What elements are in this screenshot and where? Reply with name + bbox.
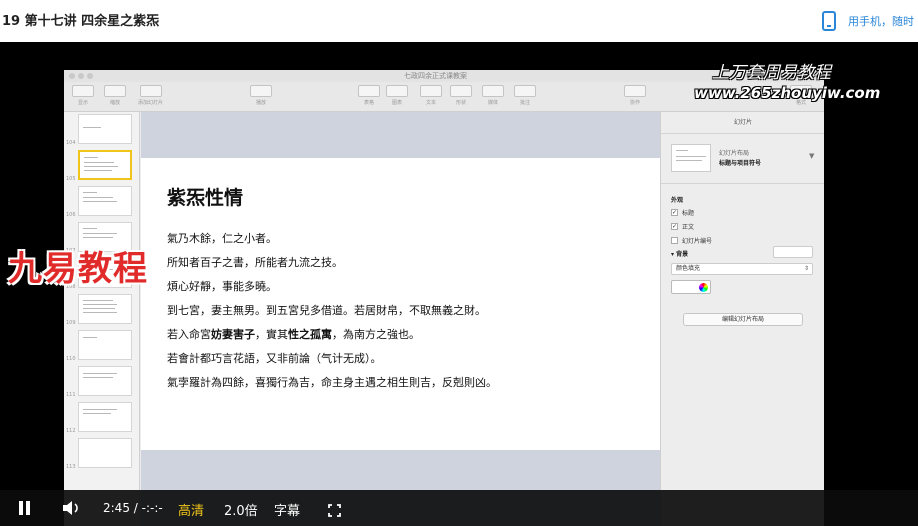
toolbar-shape: 形状 [450,85,472,106]
toolbar-text: 文本 [420,85,442,106]
fill-type-select: 颜色填充 ⇕ [671,263,813,275]
background-label: ▾ 背景 [671,251,689,258]
slide-line-emphasis: 若入命宮妨妻害子，實其性之孤寓，為南方之強也。 [167,328,420,341]
color-well [671,280,711,294]
body-checkbox: ✓ 正文 [671,223,695,231]
layout-thumbnail [671,144,711,172]
toolbar-collaborate: 协作 [624,85,646,106]
page-header: 19 第十七讲 四余星之紫炁 用手机，随时 [0,0,918,42]
slide-number-checkbox: 幻灯片编号 [671,236,712,245]
slide-thumb-row: 110 [64,330,140,362]
title-checkbox: ✓ 标题 [671,209,695,217]
toolbar-chart: 图表 [386,85,408,106]
page-title: 19 第十七讲 四余星之紫炁 [2,14,160,29]
playback-time: 2:45 / -:-:- [103,501,163,515]
keynote-titlebar: 七政四余正式课教案 [64,70,824,82]
pause-icon[interactable] [18,501,32,515]
slide-line: 到七宮，妻主無男。到五宮兒多借道。若居財帛，不取無義之財。 [167,304,486,317]
slide-thumb-row: 112 [64,402,140,434]
slide-line: 若會計都巧言花語，又非前論（气计无成）。 [167,352,382,365]
fullscreen-icon[interactable] [328,502,341,517]
toolbar-add-slide: 添加幻灯片 [138,85,163,106]
slide-thumb-row: 113 [64,438,140,470]
slide-line: 氣孛羅計為四餘，喜獨行為吉，命主身主遇之相生則吉，反剋則凶。 [167,376,497,389]
toolbar-zoom: 缩放 [104,85,126,106]
toolbar-table: 表格 [358,85,380,106]
watermark-url: www.265zhouyiw.com [694,84,881,102]
window-controls [69,73,93,79]
player-control-bar: 2:45 / -:-:- 高清 2.0倍 字幕 [0,490,918,526]
color-wheel-icon [699,283,708,292]
toolbar-media: 媒体 [482,85,504,106]
edit-slide-layout-button: 编辑幻灯片布局 [683,313,803,326]
slide-line: 氣乃木餘，仁之小者。 [167,232,277,245]
slide-navigator: 104 105 106 107 108 109 110 111 112 113 [64,112,140,526]
slide-canvas: 紫炁性情 氣乃木餘，仁之小者。 所知者百子之書，所能者九流之技。 煩心好靜，事能… [141,112,660,526]
layout-title: 幻灯片布局 [719,150,750,157]
slide-line: 所知者百子之書，所能者九流之技。 [167,256,343,269]
background-swatch [773,246,813,258]
inspector-header: 幻灯片 [661,112,824,134]
watermark-logo: 九易教程 [8,249,148,289]
speed-button[interactable]: 2.0倍 [224,500,258,519]
video-player[interactable]: 七政四余正式课教案 显示 缩放 添加幻灯片 播放 表格 图表 文本 形状 媒体 … [0,42,918,526]
slide-layout-picker: 幻灯片布局 标题与项目符号 ▼ [661,134,824,184]
slide-thumb-row: 106 [64,186,140,218]
toolbar-play: 播放 [250,85,272,106]
slide-thumb-row: 109 [64,294,140,326]
appearance-label: 外观 [671,197,684,204]
volume-icon[interactable] [62,500,82,516]
subtitle-button[interactable]: 字幕 [274,500,300,519]
slide-title: 紫炁性情 [167,187,244,209]
keynote-document-title: 七政四余正式课教案 [404,72,467,80]
mobile-view-link[interactable]: 用手机，随时 [822,10,914,32]
toolbar-view: 显示 [72,85,94,106]
format-inspector: 幻灯片 幻灯片布局 标题与项目符号 ▼ 外观 ✓ 标题 ✓ 正文 幻灯片编号 ▾ 背… [660,112,824,526]
slide-thumb-row-selected: 105 [64,150,140,182]
watermark-title: 上万套周易教程 [712,63,831,83]
slide-line: 煩心好靜，事能多曉。 [167,280,277,293]
select-arrows-icon: ⇕ [803,265,809,272]
slide-thumb-row: 111 [64,366,140,398]
layout-name: 标题与项目符号 [719,160,762,167]
quality-button[interactable]: 高清 [178,500,204,519]
toolbar-comment: 批注 [514,85,536,106]
mobile-phone-icon [822,11,836,31]
current-slide: 紫炁性情 氣乃木餘，仁之小者。 所知者百子之書，所能者九流之技。 煩心好靜，事能… [141,158,660,450]
slide-thumb-row: 104 [64,114,140,146]
chevron-down-icon: ▼ [809,152,815,160]
mobile-link-label: 用手机，随时 [848,15,914,28]
keynote-window: 七政四余正式课教案 显示 缩放 添加幻灯片 播放 表格 图表 文本 形状 媒体 … [64,70,824,526]
